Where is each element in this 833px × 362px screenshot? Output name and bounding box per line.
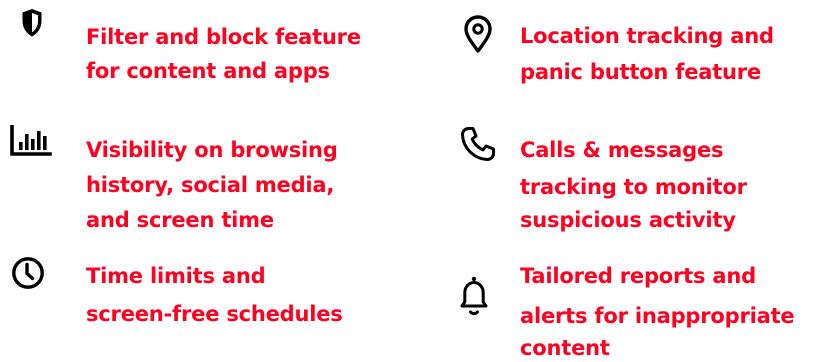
bell-icon <box>457 275 491 319</box>
feature-line: content <box>520 336 610 360</box>
feature-reports-alerts: Tailored reports and alerts for inapprop… <box>0 0 833 362</box>
feature-line: alerts for inappropriate <box>520 304 795 328</box>
feature-line: Tailored reports and <box>520 264 756 288</box>
